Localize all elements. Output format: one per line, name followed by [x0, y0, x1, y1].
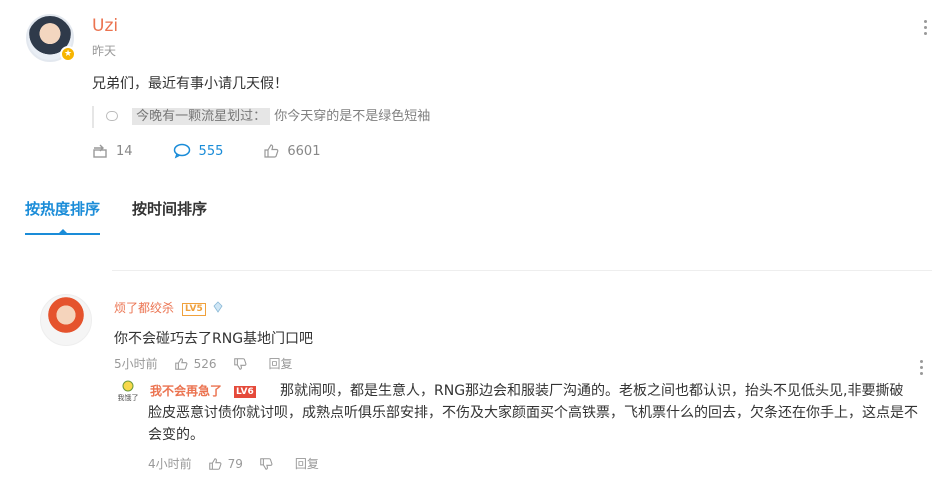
thumbs-down-icon — [233, 357, 247, 370]
thumbs-up-icon — [174, 357, 188, 370]
divider — [112, 270, 932, 271]
comment-dislike-button[interactable] — [233, 357, 253, 371]
repost-icon — [93, 144, 107, 158]
comment-button[interactable]: 555 — [173, 143, 224, 159]
comment-user-line: 烦了都绞杀 LV5 — [114, 299, 224, 316]
replier-avatar[interactable]: 我饿了 — [118, 380, 138, 402]
tab-sort-by-hot[interactable]: 按热度排序 — [25, 198, 101, 235]
tab-sort-by-time[interactable]: 按时间排序 — [132, 198, 207, 235]
thumbs-up-icon — [208, 457, 222, 470]
like-count: 6601 — [287, 143, 321, 159]
comment-icon — [173, 143, 190, 159]
post-username[interactable]: Uzi — [92, 16, 118, 36]
reply-username[interactable]: 我不会再急了 — [150, 384, 222, 398]
comment-like-button[interactable]: 526 — [174, 357, 217, 371]
reply-text-line1: 那就闹呗，都是生意人，RNG那边会和服装厂沟通的。老板之间也都认识，抬头不见低头… — [280, 383, 904, 399]
thumbs-up-icon — [264, 144, 279, 158]
post-actions: 14 555 6601 — [92, 143, 360, 159]
level-badge: LV5 — [182, 303, 206, 316]
comment-meta: 5小时前 526 回复 — [114, 355, 309, 372]
reply-reply-button[interactable]: 回复 — [295, 455, 319, 472]
reply-text-rest: 脸皮恶意讨债你就讨呗，成熟点听俱乐部安排，不伤及大家颜面买个高铁票，飞机票什么的… — [148, 405, 918, 443]
more-options-icon[interactable] — [920, 360, 924, 378]
comment-username[interactable]: 烦了都绞杀 — [114, 301, 174, 315]
quoted-comment[interactable]: 今晚有一颗流星划过： 你今天穿的是不是绿色短袖 — [92, 106, 430, 128]
quote-text: 你今天穿的是不是绿色短袖 — [274, 109, 431, 124]
verified-badge-icon: ★ — [60, 46, 76, 62]
reply-user-line: 我不会再急了 LV6 — [150, 382, 256, 399]
comment-like-count: 526 — [193, 356, 217, 371]
comment-bubble-icon — [106, 111, 118, 121]
thumbs-down-icon — [260, 457, 273, 470]
comment-text: 你不会碰巧去了RNG基地门口吧 — [114, 331, 314, 347]
avatar-caption: 我饿了 — [118, 393, 138, 402]
reply-time: 4小时前 — [148, 457, 192, 471]
like-button[interactable]: 6601 — [263, 143, 320, 159]
comment-count: 555 — [198, 143, 224, 159]
repost-count: 14 — [116, 143, 133, 159]
post-text: 兄弟们，最近有事小请几天假！ — [92, 76, 288, 92]
quote-highlight: 今晚有一颗流星划过： — [132, 108, 271, 125]
comment-reply-button[interactable]: 回复 — [269, 355, 293, 372]
more-options-icon[interactable] — [924, 20, 928, 38]
reply-dislike-button[interactable] — [259, 457, 279, 471]
reply-like-button[interactable]: 79 — [208, 457, 243, 471]
repost-button[interactable]: 14 — [92, 143, 133, 159]
reply-meta: 4小时前 79 回复 — [148, 455, 335, 472]
comment-time: 5小时前 — [114, 357, 158, 371]
fan-badge-icon — [213, 301, 223, 313]
post-time: 昨天 — [92, 44, 117, 58]
reply-like-count: 79 — [227, 456, 243, 471]
sort-tabs: 按热度排序 按时间排序 — [25, 198, 239, 235]
commenter-avatar[interactable] — [40, 294, 92, 346]
level-badge: LV6 — [234, 386, 256, 398]
